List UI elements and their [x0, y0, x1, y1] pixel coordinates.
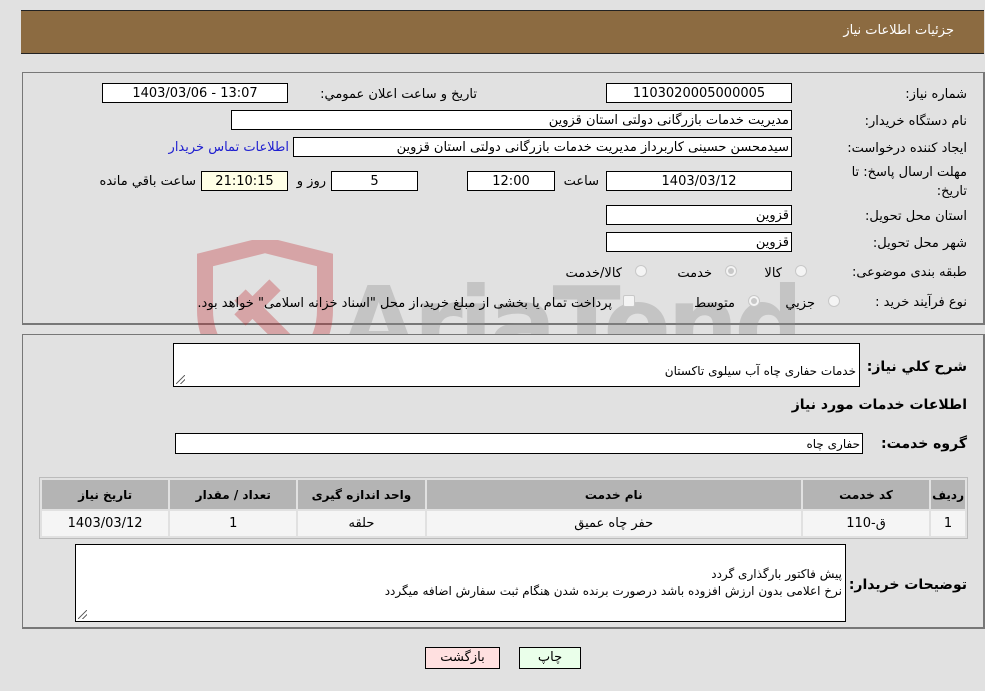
back-button[interactable]: بازگشت	[425, 647, 500, 669]
deadline-time-field: 12:00	[467, 171, 555, 191]
process-label: نوع فرآیند خرید :	[875, 295, 967, 310]
remaining-time-label: ساعت باقي مانده	[99, 174, 196, 189]
general-desc-textarea[interactable]: خدمات حفاری چاه آب سیلوی تاکستان	[173, 343, 860, 387]
col-header-unit: واحد اندازه گیری	[298, 480, 425, 509]
buyer-org-label: نام دستگاه خریدار:	[864, 114, 967, 129]
deadline-time-label: ساعت	[563, 174, 599, 189]
city-label: شهر محل تحویل:	[872, 236, 967, 251]
remaining-time-field: 21:10:15	[201, 171, 288, 191]
announce-datetime-field: 1403/03/06 - 13:07	[102, 83, 288, 103]
category-radio-goods-service[interactable]	[635, 265, 647, 277]
col-header-quantity: تعداد / مقدار	[170, 480, 297, 509]
category-option-goods-service-label: کالا/خدمت	[565, 266, 622, 281]
resize-grip-icon[interactable]	[176, 375, 185, 384]
general-desc-label: شرح کلي نیاز:	[866, 359, 967, 375]
service-group-field: حفاری چاه	[175, 433, 863, 454]
general-desc-text: خدمات حفاری چاه آب سیلوی تاکستان	[664, 364, 856, 378]
table-header-row: ردیف کد خدمت نام خدمت واحد اندازه گیری ت…	[42, 480, 965, 509]
deadline-date-field: 1403/03/12	[606, 171, 792, 191]
services-info-title: اطلاعات خدمات مورد نیاز	[791, 397, 967, 413]
province-field: قزوین	[606, 205, 792, 225]
creator-field: سیدمحسن حسینی کاربرداز مدیریت خدمات بازر…	[293, 137, 792, 157]
deadline-label: مهلت ارسال پاسخ: تا تاریخ:	[851, 165, 967, 199]
cell-service-name: حفر چاه عمیق	[426, 511, 801, 536]
city-field: قزوین	[606, 232, 792, 252]
process-option-medium-label: متوسط	[694, 296, 735, 311]
treasury-checkbox[interactable]	[623, 295, 635, 307]
process-option-minor-label: جزيي	[785, 296, 815, 311]
province-label: استان محل تحویل:	[865, 209, 967, 224]
col-header-service-code: کد خدمت	[802, 480, 930, 509]
page-header: جزئیات اطلاعات نیاز	[21, 10, 984, 54]
announce-label: تاریخ و ساعت اعلان عمومي:	[320, 87, 477, 102]
creator-label: ایجاد کننده درخواست:	[847, 141, 967, 156]
col-header-service-name: نام خدمت	[426, 480, 801, 509]
cell-quantity: 1	[170, 511, 297, 536]
buyer-notes-textarea[interactable]: پیش فاکتور بارگذاری گردد نرخ اعلامی بدون…	[75, 544, 846, 622]
need-number-field: 1103020005000005	[606, 83, 792, 103]
buyer-contact-link[interactable]: اطلاعات تماس خریدار	[169, 140, 289, 155]
category-label: طبقه بندی موضوعی:	[851, 265, 967, 280]
print-button[interactable]: چاپ	[519, 647, 581, 669]
cell-need-date: 1403/03/12	[42, 511, 169, 536]
service-group-label: گروه خدمت:	[881, 436, 967, 452]
table-row: 1 ق-110 حفر چاه عمیق حلقه 1 1403/03/12	[42, 511, 965, 536]
need-number-label: شماره نیاز:	[905, 87, 967, 102]
category-option-service-label: خدمت	[677, 266, 712, 281]
process-radio-medium[interactable]	[748, 295, 760, 307]
cell-service-code: ق-110	[802, 511, 930, 536]
days-remaining-field: 5	[331, 171, 418, 191]
buyer-notes-label: توضیحات خریدار:	[848, 577, 967, 593]
category-radio-goods[interactable]	[795, 265, 807, 277]
services-table: ردیف کد خدمت نام خدمت واحد اندازه گیری ت…	[39, 477, 968, 539]
category-radio-service[interactable]	[725, 265, 737, 277]
process-radio-minor[interactable]	[828, 295, 840, 307]
resize-grip-icon[interactable]	[78, 610, 87, 619]
buyer-notes-text: پیش فاکتور بارگذاری گردد نرخ اعلامی بدون…	[384, 567, 842, 598]
buyer-org-field: مدیریت خدمات بازرگانی دولتی استان قزوین	[231, 110, 792, 130]
cell-unit: حلقه	[298, 511, 425, 536]
treasury-text: پرداخت تمام یا بخشی از مبلغ خرید،از محل …	[197, 296, 612, 311]
col-header-row-number: ردیف	[931, 480, 965, 509]
category-option-goods-label: کالا	[764, 266, 782, 281]
page-title: جزئیات اطلاعات نیاز	[843, 23, 954, 38]
cell-row-number: 1	[931, 511, 965, 536]
days-label: روز و	[296, 174, 326, 189]
col-header-need-date: تاریخ نیاز	[42, 480, 169, 509]
